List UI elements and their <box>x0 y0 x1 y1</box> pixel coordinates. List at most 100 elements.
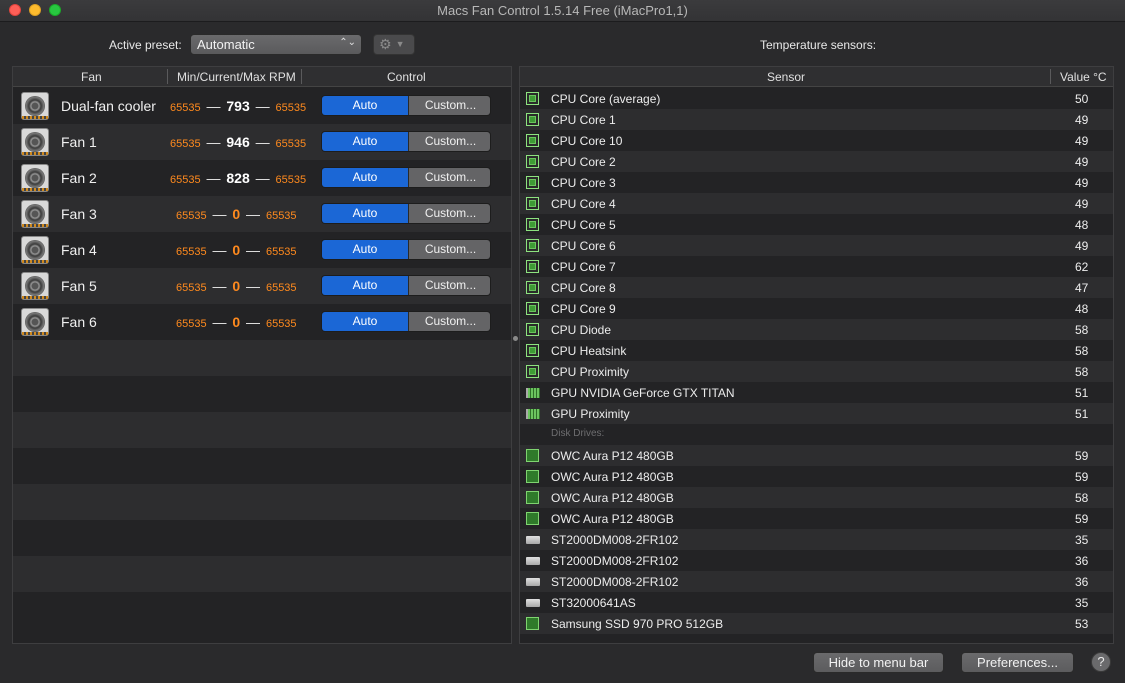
sensor-name: ST2000DM008-2FR102 <box>551 575 679 589</box>
rpm-readout: 65535 — 0 — 65535 <box>176 278 297 294</box>
sensor-row[interactable]: CPU Core 8 47 <box>520 277 1113 298</box>
sensor-row[interactable]: CPU Core 6 49 <box>520 235 1113 256</box>
cpu-icon <box>526 239 539 252</box>
sensor-name: CPU Core 8 <box>551 281 616 295</box>
custom-button[interactable]: Custom... <box>408 168 490 187</box>
sensor-row[interactable]: CPU Core 7 62 <box>520 256 1113 277</box>
sensor-row[interactable]: CPU Core 10 49 <box>520 130 1113 151</box>
custom-button[interactable]: Custom... <box>408 204 490 223</box>
auto-button[interactable]: Auto <box>322 96 408 115</box>
sensor-row[interactable]: CPU Core 9 48 <box>520 298 1113 319</box>
sensor-row[interactable]: OWC Aura P12 480GB 59 <box>520 445 1113 466</box>
sensor-row[interactable]: ST2000DM008-2FR102 36 <box>520 571 1113 592</box>
help-button[interactable]: ? <box>1091 652 1111 672</box>
sensor-value: 58 <box>1075 365 1089 379</box>
temperature-sensors-label: Temperature sensors: <box>760 38 877 52</box>
control-column-header[interactable]: Control <box>387 70 426 84</box>
fan-column-header[interactable]: Fan <box>81 70 102 84</box>
column-divider[interactable] <box>1050 69 1051 84</box>
preset-select[interactable]: Automatic ⌃⌄ <box>190 34 362 55</box>
sensor-name: CPU Core 6 <box>551 239 616 253</box>
fan-name: Fan 5 <box>61 278 97 294</box>
hdd-icon <box>526 557 540 565</box>
rpm-readout: 65535 — 0 — 65535 <box>176 242 297 258</box>
fan-row[interactable]: Dual-fan cooler 65535 — 793 — 65535 Auto Cu… <box>13 88 511 124</box>
gpu-icon <box>526 409 540 419</box>
fan-row[interactable]: Fan 4 65535 — 0 — 65535 Auto Custom... <box>13 232 511 268</box>
fan-name: Fan 1 <box>61 134 97 150</box>
fan-row[interactable]: Fan 5 65535 — 0 — 65535 Auto Custom... <box>13 268 511 304</box>
auto-button[interactable]: Auto <box>322 312 408 331</box>
empty-row <box>13 592 511 628</box>
custom-button[interactable]: Custom... <box>408 132 490 151</box>
auto-button[interactable]: Auto <box>322 168 408 187</box>
sensor-row[interactable]: OWC Aura P12 480GB 58 <box>520 487 1113 508</box>
sensor-row[interactable]: CPU Core (average) 50 <box>520 88 1113 109</box>
custom-button[interactable]: Custom... <box>408 312 490 331</box>
rpm-readout: 65535 — 946 — 65535 <box>170 134 307 150</box>
rpm-current: 0 <box>232 278 241 294</box>
auto-button[interactable]: Auto <box>322 204 408 223</box>
value-column-header[interactable]: Value °C <box>1060 70 1107 84</box>
hdd-icon <box>526 536 540 544</box>
sensor-name: CPU Core 9 <box>551 302 616 316</box>
sensor-value: 48 <box>1075 218 1089 232</box>
sensor-name: CPU Diode <box>551 323 612 337</box>
rpm-column-header[interactable]: Min/Current/Max RPM <box>177 70 296 84</box>
fan-control-segmented: Auto Custom... <box>321 239 491 260</box>
rpm-current: 946 <box>226 134 250 150</box>
custom-button[interactable]: Custom... <box>408 96 490 115</box>
sensor-group-header: Disk Drives: <box>520 424 1113 445</box>
fan-row[interactable]: Fan 6 65535 — 0 — 65535 Auto Custom... <box>13 304 511 340</box>
sensor-value: 49 <box>1075 155 1089 169</box>
rpm-max: 65535 <box>265 210 297 222</box>
sensor-row[interactable]: CPU Core 1 49 <box>520 109 1113 130</box>
custom-button[interactable]: Custom... <box>408 240 490 259</box>
cpu-icon <box>526 176 539 189</box>
fan-row[interactable]: Fan 3 65535 — 0 — 65535 Auto Custom... <box>13 196 511 232</box>
sensor-row[interactable]: ST2000DM008-2FR102 36 <box>520 550 1113 571</box>
sensor-value: 49 <box>1075 113 1089 127</box>
auto-button[interactable]: Auto <box>322 276 408 295</box>
sensor-name: CPU Core 10 <box>551 134 623 148</box>
column-divider[interactable] <box>301 69 302 84</box>
column-divider[interactable] <box>167 69 168 84</box>
sensor-row[interactable]: CPU Diode 58 <box>520 319 1113 340</box>
rpm-max: 65535 <box>275 138 307 150</box>
sensor-row[interactable]: CPU Core 2 49 <box>520 151 1113 172</box>
sensor-row[interactable]: ST32000641AS 35 <box>520 592 1113 613</box>
sensor-row[interactable]: OWC Aura P12 480GB 59 <box>520 508 1113 529</box>
fan-row[interactable]: Fan 2 65535 — 828 — 65535 Auto Custom... <box>13 160 511 196</box>
rpm-min: 65535 <box>176 210 207 222</box>
sensor-row[interactable]: Samsung SSD 970 PRO 512GB 53 <box>520 613 1113 634</box>
sensor-row[interactable]: CPU Core 4 49 <box>520 193 1113 214</box>
auto-button[interactable]: Auto <box>322 132 408 151</box>
rpm-max: 65535 <box>265 246 297 258</box>
custom-button[interactable]: Custom... <box>408 276 490 295</box>
sensor-row[interactable]: CPU Core 5 48 <box>520 214 1113 235</box>
sensor-row[interactable]: CPU Proximity 58 <box>520 361 1113 382</box>
sensor-name: OWC Aura P12 480GB <box>551 470 674 484</box>
sensor-row[interactable]: GPU Proximity 51 <box>520 403 1113 424</box>
sensor-row[interactable]: GPU NVIDIA GeForce GTX TITAN 51 <box>520 382 1113 403</box>
sensor-name: CPU Core 5 <box>551 218 616 232</box>
sensor-row[interactable]: ST2000DM008-2FR102 35 <box>520 529 1113 550</box>
cpu-icon <box>526 134 539 147</box>
sensor-column-header[interactable]: Sensor <box>767 70 805 84</box>
sensor-name: CPU Core 3 <box>551 176 616 190</box>
rpm-min: 65535 <box>170 138 201 150</box>
auto-button[interactable]: Auto <box>322 240 408 259</box>
preset-gear-button[interactable]: ⚙ ▼ <box>373 34 415 55</box>
sensor-row[interactable]: CPU Heatsink 58 <box>520 340 1113 361</box>
sensor-value: 58 <box>1075 491 1089 505</box>
split-view-handle[interactable] <box>513 336 518 341</box>
sensor-value: 50 <box>1075 92 1089 106</box>
sensor-row[interactable]: CPU Core 3 49 <box>520 172 1113 193</box>
sensor-row[interactable]: OWC Aura P12 480GB 59 <box>520 466 1113 487</box>
fan-row[interactable]: Fan 1 65535 — 946 — 65535 Auto Custom... <box>13 124 511 160</box>
preferences-button[interactable]: Preferences... <box>961 652 1074 673</box>
rpm-min: 65535 <box>170 102 201 114</box>
sensor-table-header: Sensor Value °C <box>520 67 1113 87</box>
hide-to-menu-bar-button[interactable]: Hide to menu bar <box>813 652 944 673</box>
rpm-max: 65535 <box>265 318 297 330</box>
